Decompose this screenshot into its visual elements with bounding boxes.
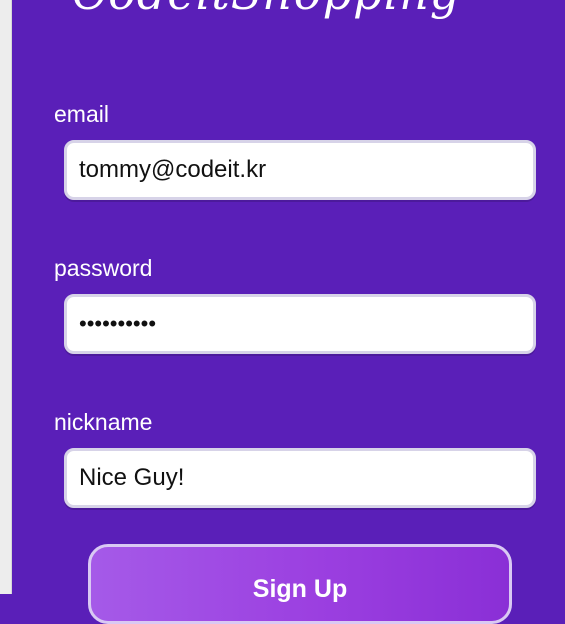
signup-panel: CodeitShopping email password nickname S… xyxy=(12,0,565,624)
sign-up-button[interactable]: Sign Up xyxy=(88,544,512,624)
password-field-box xyxy=(64,294,536,354)
brand-logo: CodeitShopping xyxy=(72,0,552,26)
email-field-box xyxy=(64,140,536,200)
nickname-label: nickname xyxy=(54,409,153,435)
nickname-input[interactable] xyxy=(67,451,533,505)
nickname-field-box xyxy=(64,448,536,508)
email-input[interactable] xyxy=(67,143,533,197)
password-label: password xyxy=(54,255,153,281)
email-label: email xyxy=(54,101,109,127)
password-input[interactable] xyxy=(67,297,533,351)
window-edge xyxy=(0,0,12,594)
